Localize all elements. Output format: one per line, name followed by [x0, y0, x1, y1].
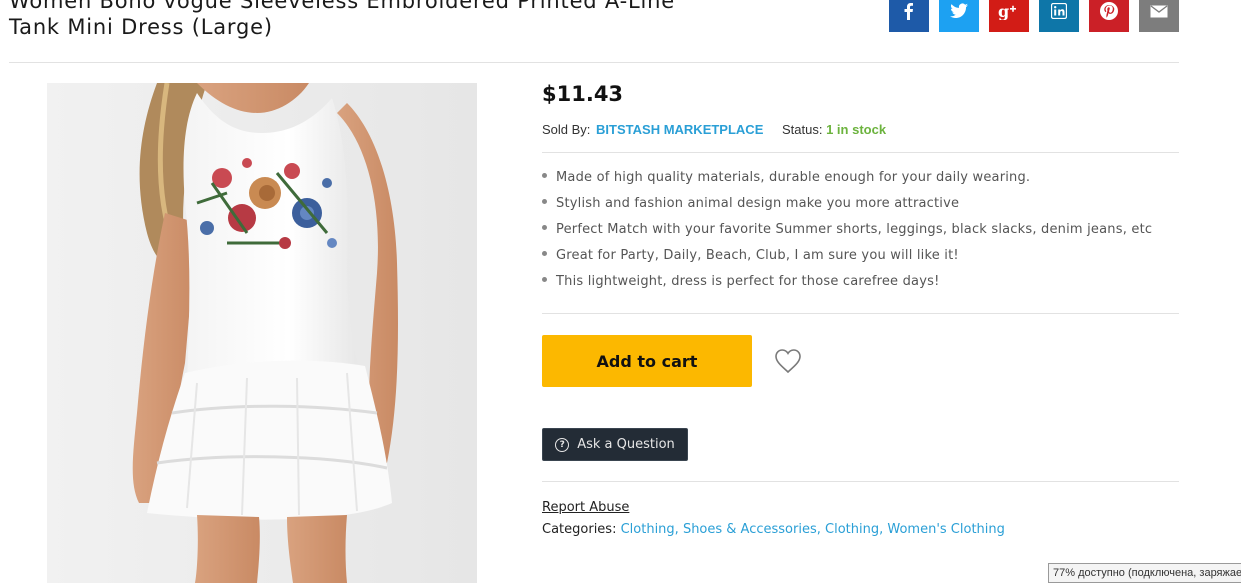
bullet-icon — [542, 199, 547, 204]
bullet-icon — [542, 225, 547, 230]
bullet-icon — [542, 277, 547, 282]
pinterest-icon — [1100, 2, 1118, 20]
feature-item: This lightweight, dress is perfect for t… — [542, 269, 1152, 295]
feature-list: Made of high quality materials, durable … — [542, 165, 1152, 295]
status-label: Status: — [781, 122, 823, 137]
feature-item: Stylish and fashion animal design make y… — [542, 191, 1152, 217]
wishlist-button[interactable] — [774, 348, 802, 374]
product-title: Women Boho vogue Sleeveless Embroidered … — [9, 0, 675, 39]
feature-item: Made of high quality materials, durable … — [542, 165, 1152, 191]
bullet-icon — [542, 251, 547, 256]
email-icon — [1150, 4, 1168, 17]
feature-item: Great for Party, Daily, Beach, Club, I a… — [542, 243, 1152, 269]
pinterest-share-button[interactable] — [1089, 0, 1129, 32]
report-abuse-link[interactable]: Report Abuse — [542, 500, 629, 515]
feature-text: Stylish and fashion animal design make y… — [556, 196, 960, 211]
bullet-icon — [542, 173, 547, 178]
share-buttons: g — [889, 0, 1179, 32]
email-share-button[interactable] — [1139, 0, 1179, 32]
feature-text: Great for Party, Daily, Beach, Club, I a… — [556, 248, 959, 263]
linkedin-share-button[interactable] — [1039, 0, 1079, 32]
add-to-cart-button[interactable]: Add to cart — [542, 335, 752, 387]
google-plus-icon: g — [998, 2, 1016, 20]
title-divider — [9, 62, 1179, 63]
dress-photo — [47, 83, 477, 583]
svg-text:g: g — [998, 2, 1009, 20]
heart-icon — [775, 349, 801, 374]
ask-question-button[interactable]: ? Ask a Question — [542, 428, 688, 461]
categories: Categories: Clothing, Shoes & Accessorie… — [542, 522, 1005, 537]
divider — [542, 313, 1179, 314]
facebook-share-button[interactable] — [889, 0, 929, 32]
seller-status-line: Sold By: BITSTASH MARKETPLACE Status: 1 … — [542, 122, 886, 137]
divider — [542, 481, 1179, 482]
battery-tooltip: 77% доступно (подключена, заряжается) — [1048, 563, 1241, 583]
category-link[interactable]: Clothing, — [825, 522, 883, 537]
twitter-icon — [950, 3, 968, 18]
google-plus-share-button[interactable]: g — [989, 0, 1029, 32]
feature-item: Perfect Match with your favorite Summer … — [542, 217, 1152, 243]
ask-question-label: Ask a Question — [577, 437, 675, 452]
category-link[interactable]: Women's Clothing — [887, 522, 1005, 537]
divider — [542, 152, 1179, 153]
feature-text: This lightweight, dress is perfect for t… — [556, 274, 940, 289]
category-link[interactable]: Clothing, Shoes & Accessories, — [621, 522, 821, 537]
question-icon: ? — [555, 437, 570, 452]
product-image[interactable] — [47, 83, 477, 583]
feature-text: Perfect Match with your favorite Summer … — [556, 222, 1153, 237]
sold-by-label: Sold By: — [542, 122, 591, 137]
twitter-share-button[interactable] — [939, 0, 979, 32]
seller-link[interactable]: BITSTASH MARKETPLACE — [596, 122, 763, 137]
facebook-icon — [904, 3, 913, 20]
product-price: $11.43 — [542, 82, 624, 106]
stock-status: 1 in stock — [826, 122, 887, 137]
feature-text: Made of high quality materials, durable … — [556, 170, 1031, 185]
linkedin-icon — [1051, 3, 1067, 19]
categories-label: Categories: — [542, 522, 617, 537]
